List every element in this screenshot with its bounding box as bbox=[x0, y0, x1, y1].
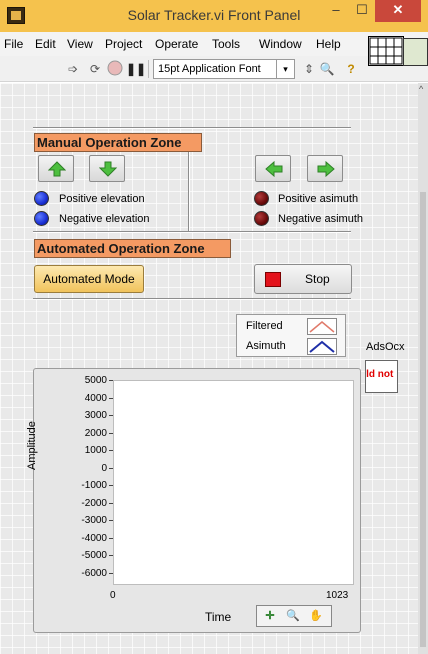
separator-top bbox=[33, 127, 351, 129]
stop-square-icon bbox=[265, 272, 281, 287]
arrow-up-icon bbox=[48, 161, 66, 177]
separator-middle bbox=[33, 231, 351, 233]
graph-palette: ✛ 🔍 ✋ bbox=[256, 605, 332, 627]
run-continuously-icon[interactable]: ⟳ bbox=[86, 60, 104, 78]
y-tick-label: -2000 bbox=[81, 497, 107, 509]
run-arrow-icon[interactable]: ➩ bbox=[64, 60, 82, 78]
separator-bottom bbox=[33, 298, 351, 300]
x-axis-label: Time bbox=[205, 610, 232, 624]
legend-asimuth-swatch[interactable] bbox=[307, 338, 337, 355]
pause-icon[interactable]: ❚❚ bbox=[126, 60, 146, 78]
plot-legend[interactable]: Filtered Asimuth bbox=[236, 314, 346, 357]
y-tick-label: 1000 bbox=[84, 445, 107, 456]
adsocx-error-text: uld not bbox=[366, 369, 394, 380]
y-tick-label: 3000 bbox=[84, 410, 107, 421]
abort-icon[interactable] bbox=[106, 60, 124, 78]
x-tick-label: 1023 bbox=[326, 590, 349, 601]
y-tick-label: 5000 bbox=[84, 375, 107, 386]
menu-file[interactable]: File bbox=[4, 37, 23, 51]
arrow-right-icon bbox=[317, 161, 335, 177]
positive-asimuth-led bbox=[254, 191, 269, 206]
y-tick-mark bbox=[109, 467, 113, 469]
menu-window[interactable]: Window bbox=[259, 37, 302, 51]
menu-project[interactable]: Project bbox=[105, 37, 142, 51]
legend-filtered-swatch[interactable] bbox=[307, 318, 337, 335]
connector-pane-icon[interactable] bbox=[368, 36, 404, 66]
y-tick-mark bbox=[109, 555, 113, 556]
negative-elevation-label: Negative elevation bbox=[59, 213, 150, 225]
menu-help[interactable]: Help bbox=[316, 37, 341, 51]
y-tick-mark bbox=[109, 415, 113, 416]
zoom-icon[interactable]: 🔍 bbox=[284, 608, 302, 624]
arrow-down-icon bbox=[99, 161, 117, 177]
y-tick-mark bbox=[109, 485, 113, 486]
zoom-icon[interactable]: 🔍 bbox=[318, 60, 336, 78]
manual-zone-title: Manual Operation Zone bbox=[34, 133, 202, 152]
menu-bar: File Edit View Project Operate Tools Win… bbox=[0, 32, 428, 56]
font-selector-label: 15pt Application Font bbox=[158, 63, 261, 75]
positive-elevation-label: Positive elevation bbox=[59, 193, 145, 205]
positive-asimuth-label: Positive asimuth bbox=[278, 193, 359, 205]
separator-vertical bbox=[188, 152, 190, 232]
y-tick-mark bbox=[109, 432, 113, 434]
arrow-left-icon bbox=[265, 161, 283, 177]
legend-asimuth-label: Asimuth bbox=[246, 340, 286, 352]
positive-elevation-led bbox=[34, 191, 49, 206]
y-tick-mark bbox=[109, 380, 113, 381]
plot-area[interactable] bbox=[113, 380, 354, 585]
font-selector[interactable]: 15pt Application Font ▾ bbox=[153, 59, 295, 79]
chevron-down-icon[interactable]: ▾ bbox=[276, 60, 294, 78]
y-tick-label: -6000 bbox=[81, 567, 107, 579]
context-help-icon[interactable]: ? bbox=[342, 60, 360, 78]
y-tick-mark bbox=[109, 572, 113, 574]
scroll-up-icon[interactable]: ^ bbox=[419, 84, 423, 94]
toolbar: ➩ ⟳ ❚❚ 15pt Application Font ▾ ⇕ 🔍 ? bbox=[0, 56, 428, 82]
asimuth-right-button[interactable] bbox=[307, 155, 343, 182]
maximize-button[interactable]: ☐ bbox=[349, 0, 375, 22]
stop-button[interactable]: Stop bbox=[254, 264, 352, 294]
menu-edit[interactable]: Edit bbox=[35, 37, 56, 51]
y-tick-label: -3000 bbox=[81, 515, 107, 526]
menu-operate[interactable]: Operate bbox=[155, 37, 198, 51]
cursor-move-icon[interactable]: ✛ bbox=[261, 608, 279, 624]
automated-zone-title: Automated Operation Zone bbox=[34, 239, 231, 258]
close-button[interactable]: ✕ bbox=[375, 0, 421, 22]
y-tick-label: 2000 bbox=[84, 427, 107, 439]
y-tick-mark bbox=[109, 520, 113, 521]
title-bar: Solar Tracker.vi Front Panel – ☐ ✕ bbox=[0, 0, 428, 32]
align-objects-icon[interactable]: ⇕ bbox=[300, 60, 318, 78]
menu-view[interactable]: View bbox=[67, 37, 93, 51]
automated-mode-button[interactable]: Automated Mode bbox=[34, 265, 144, 293]
y-tick-mark bbox=[109, 397, 113, 399]
stop-button-label: Stop bbox=[305, 272, 330, 286]
y-tick-label: -4000 bbox=[81, 532, 107, 544]
y-tick-mark bbox=[109, 450, 113, 451]
negative-asimuth-led bbox=[254, 211, 269, 226]
x-tick-label: 0 bbox=[110, 590, 116, 601]
menu-tools[interactable]: Tools bbox=[212, 37, 240, 51]
y-tick-label: 4000 bbox=[84, 392, 107, 404]
negative-asimuth-label: Negative asimuth bbox=[278, 213, 363, 225]
asimuth-left-button[interactable] bbox=[255, 155, 291, 182]
y-tick-mark bbox=[109, 502, 113, 504]
scrollbar-thumb[interactable] bbox=[420, 192, 426, 647]
toolbar-separator bbox=[148, 60, 149, 78]
elevation-up-button[interactable] bbox=[38, 155, 74, 182]
minimize-button[interactable]: – bbox=[323, 0, 349, 22]
y-tick-mark bbox=[109, 537, 113, 539]
legend-filtered-label: Filtered bbox=[246, 320, 283, 332]
pan-hand-icon[interactable]: ✋ bbox=[307, 608, 325, 624]
y-tick-label: -5000 bbox=[81, 550, 107, 561]
y-axis-label: Amplitude bbox=[26, 421, 38, 470]
adsocx-label: AdsOcx bbox=[366, 341, 405, 353]
elevation-down-button[interactable] bbox=[89, 155, 125, 182]
y-tick-label: 0 bbox=[101, 462, 107, 474]
adsocx-control[interactable]: uld not bbox=[365, 360, 398, 393]
vi-icon[interactable] bbox=[403, 38, 428, 66]
y-tick-label: -1000 bbox=[81, 480, 107, 491]
negative-elevation-led bbox=[34, 211, 49, 226]
